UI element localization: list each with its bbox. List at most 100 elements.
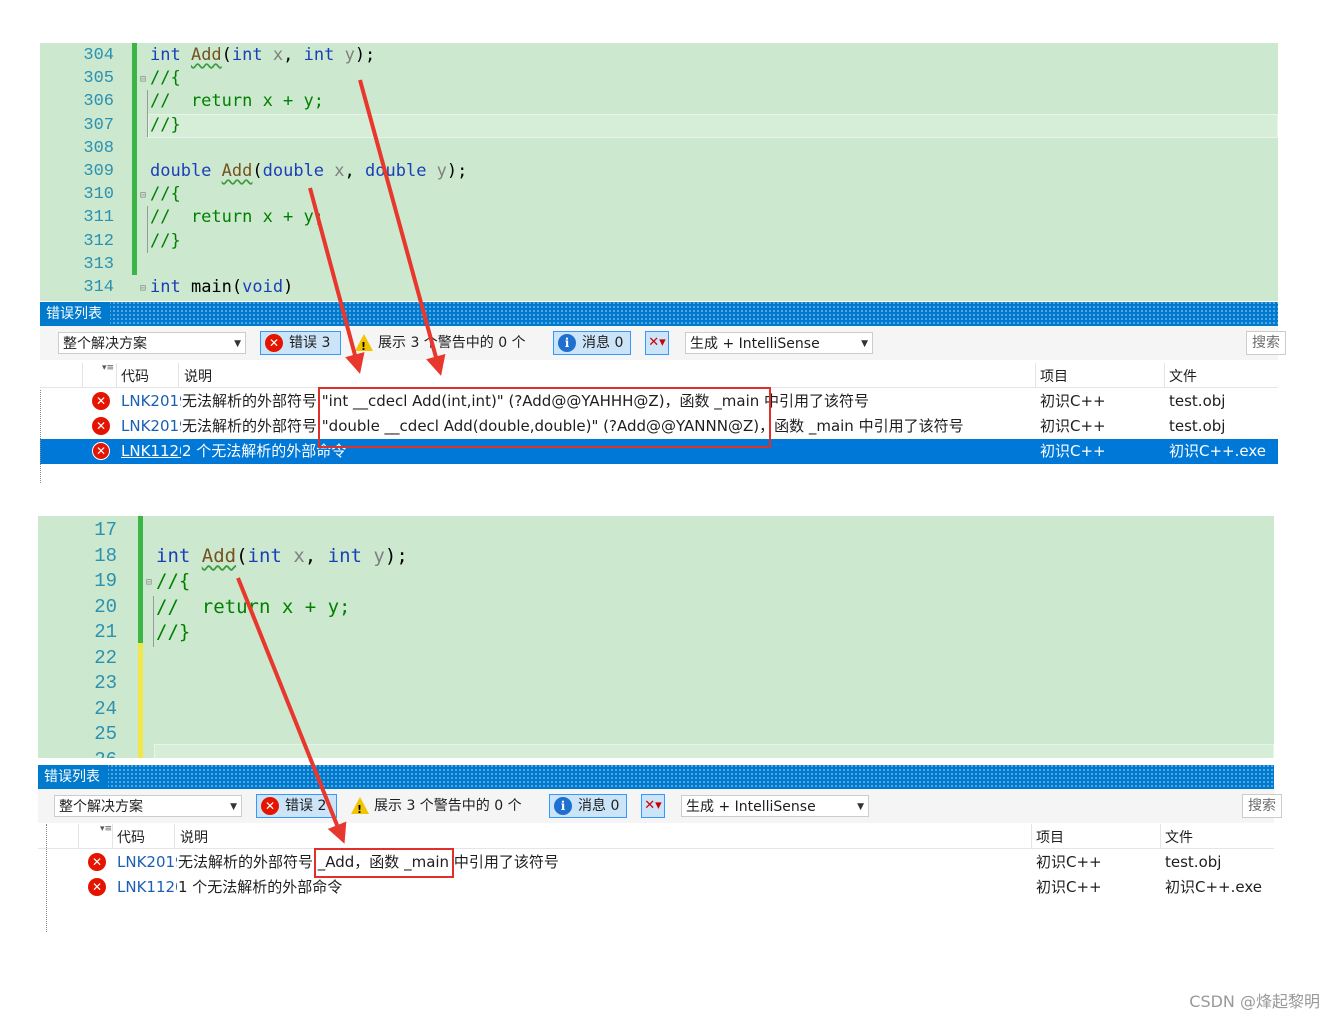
scope-dropdown[interactable]: 整个解决方案 ▼ [58,332,246,354]
error-file: test.obj [1169,417,1226,435]
error-list-titlebar: 错误列表 [38,765,1274,789]
code-editor[interactable]: 304 int Add(int x, int y); 305 ⊟//{306// re… [40,43,1278,301]
code-line[interactable]: 22 [38,647,1274,670]
line-number: 314 [83,278,114,297]
code-line[interactable]: 311 // return x + y; [40,206,1278,230]
column-header-project[interactable]: 项目 [1040,366,1068,386]
search-placeholder: 搜索 [1252,335,1280,351]
column-header-desc[interactable]: 说明 [180,827,208,847]
line-number: 308 [83,138,114,158]
column-header-project[interactable]: 项目 [1036,827,1064,847]
error-code-link[interactable]: LNK2019 [121,389,181,414]
messages-filter-label: 消息 0 [578,798,620,814]
code-line[interactable]: 314 ⊟ int main(void) [40,276,1278,299]
watermark: CSDN @烽起黎明 [1189,992,1320,1011]
build-source-dropdown[interactable]: 生成 + IntelliSense ▼ [681,795,869,817]
error-code-link[interactable]: LNK1120 [117,875,177,900]
error-code-link[interactable]: LNK2019 [121,414,181,439]
error-list-titlebar: 错误列表 [40,302,1278,326]
fold-toggle-icon[interactable]: ⊟ [140,68,146,91]
fold-toggle-icon[interactable]: ⊟ [146,571,152,594]
code-editor[interactable]: 17 18 int Add(int x, int y); 19 ⊟//{20 // ret… [38,516,1274,758]
code-line[interactable]: 310 ⊟//{ [40,183,1278,206]
error-file: 初识C++.exe [1165,878,1262,896]
clear-filter-icon[interactable]: ✕▾ [645,331,669,355]
error-icon: ✕ [88,878,106,896]
search-input[interactable]: 搜索 [1246,331,1286,355]
code-line[interactable]: 309 double Add(double x, double y); [40,160,1278,183]
messages-filter-button[interactable]: i 消息 0 [553,331,631,355]
error-row[interactable]: ✕ LNK2019无法解析的外部符号 _Add，函数 _main 中引用了该符号 初… [38,850,1274,875]
code-text: //{ [156,570,191,592]
error-row[interactable]: ✕ LNK11201 个无法解析的外部命令 初识C++ 初识C++.exe [38,875,1274,900]
code-line[interactable]: 20 // return x + y; [38,595,1274,621]
line-number: 25 [94,723,117,745]
code-line[interactable]: 313 [40,253,1278,276]
warnings-filter-button[interactable]: ! 展示 3 个警告中的 0 个 [345,794,539,818]
code-line[interactable]: 26 [38,749,1274,759]
clear-filter-icon[interactable]: ✕▾ [641,794,665,818]
code-text: //{ [150,184,181,205]
warnings-filter-button[interactable]: ! 展示 3 个警告中的 0 个 [349,331,543,355]
messages-filter-button[interactable]: i 消息 0 [549,794,627,818]
code-line[interactable]: 19 ⊟//{ [38,570,1274,593]
code-line[interactable]: 306 // return x + y; [40,90,1278,114]
build-source-dropdown[interactable]: 生成 + IntelliSense ▼ [685,332,873,354]
column-header-file[interactable]: 文件 [1165,827,1193,847]
code-line[interactable]: 305 ⊟//{ [40,67,1278,90]
error-list-header: ▾≡ 代码 说明 项目 文件 [40,363,1278,388]
error-project: 初识C++ [1040,442,1106,460]
bottom-screenshot: 17 18 int Add(int x, int y); 19 ⊟//{20 // ret… [38,516,1282,932]
chevron-down-icon: ▼ [857,802,864,812]
error-list-title: 错误列表 [40,302,110,326]
line-number: 313 [83,254,114,274]
code-line[interactable]: 307 //} [40,113,1278,137]
code-line[interactable]: 23 [38,672,1274,695]
line-number: 18 [94,544,117,567]
code-line[interactable]: 17 [38,519,1274,542]
fold-guide [147,229,148,253]
error-description: 1 个无法解析的外部命令 [178,878,343,896]
line-number: 310 [83,185,114,205]
line-number: 312 [83,231,114,251]
warnings-filter-label: 展示 3 个警告中的 0 个 [378,335,526,351]
fold-toggle-icon[interactable]: ⊟ [140,184,146,207]
build-source-value: 生成 + IntelliSense [690,336,820,352]
fold-toggle-icon[interactable]: ⊟ [140,277,146,300]
code-line[interactable]: 312 //} [40,229,1278,253]
messages-filter-label: 消息 0 [582,335,624,351]
code-line[interactable]: 308 [40,137,1278,160]
code-text: double Add(double x, double y); [150,161,468,181]
code-text: int main(void) [150,277,294,297]
chevron-down-icon: ▼ [861,339,868,349]
fold-guide [147,90,148,114]
fold-guide [153,621,154,647]
code-text: //} [156,621,191,643]
line-number: 21 [94,621,117,643]
error-code-link[interactable]: LNK1120 [121,439,181,464]
error-icon: ✕ [265,334,283,352]
error-project: 初识C++ [1040,392,1106,410]
column-header-file[interactable]: 文件 [1169,366,1197,386]
code-text: //} [150,230,181,251]
panel-divider [46,824,48,932]
code-line[interactable]: 24 [38,698,1274,721]
errors-filter-button[interactable]: ✕ 错误 2 [256,794,337,818]
code-line[interactable]: 21 //} [38,621,1274,647]
code-line[interactable]: 304 int Add(int x, int y); [40,44,1278,67]
warnings-filter-label: 展示 3 个警告中的 0 个 [374,798,522,814]
warning-icon: ! [351,797,369,816]
line-number: 22 [94,646,117,669]
column-header-desc[interactable]: 说明 [184,366,212,386]
code-line[interactable]: 25 [38,723,1274,746]
scope-dropdown[interactable]: 整个解决方案 ▼ [54,795,242,817]
search-placeholder: 搜索 [1248,798,1276,814]
search-input[interactable]: 搜索 [1242,794,1282,818]
errors-filter-button[interactable]: ✕ 错误 3 [260,331,341,355]
error-icon: ✕ [88,853,106,871]
code-text: // return x + y; [156,595,351,618]
code-line[interactable]: 18 int Add(int x, int y); [38,545,1274,568]
column-header-code[interactable]: 代码 [121,366,149,386]
column-header-code[interactable]: 代码 [117,827,145,847]
error-code-link[interactable]: LNK2019 [117,850,177,875]
